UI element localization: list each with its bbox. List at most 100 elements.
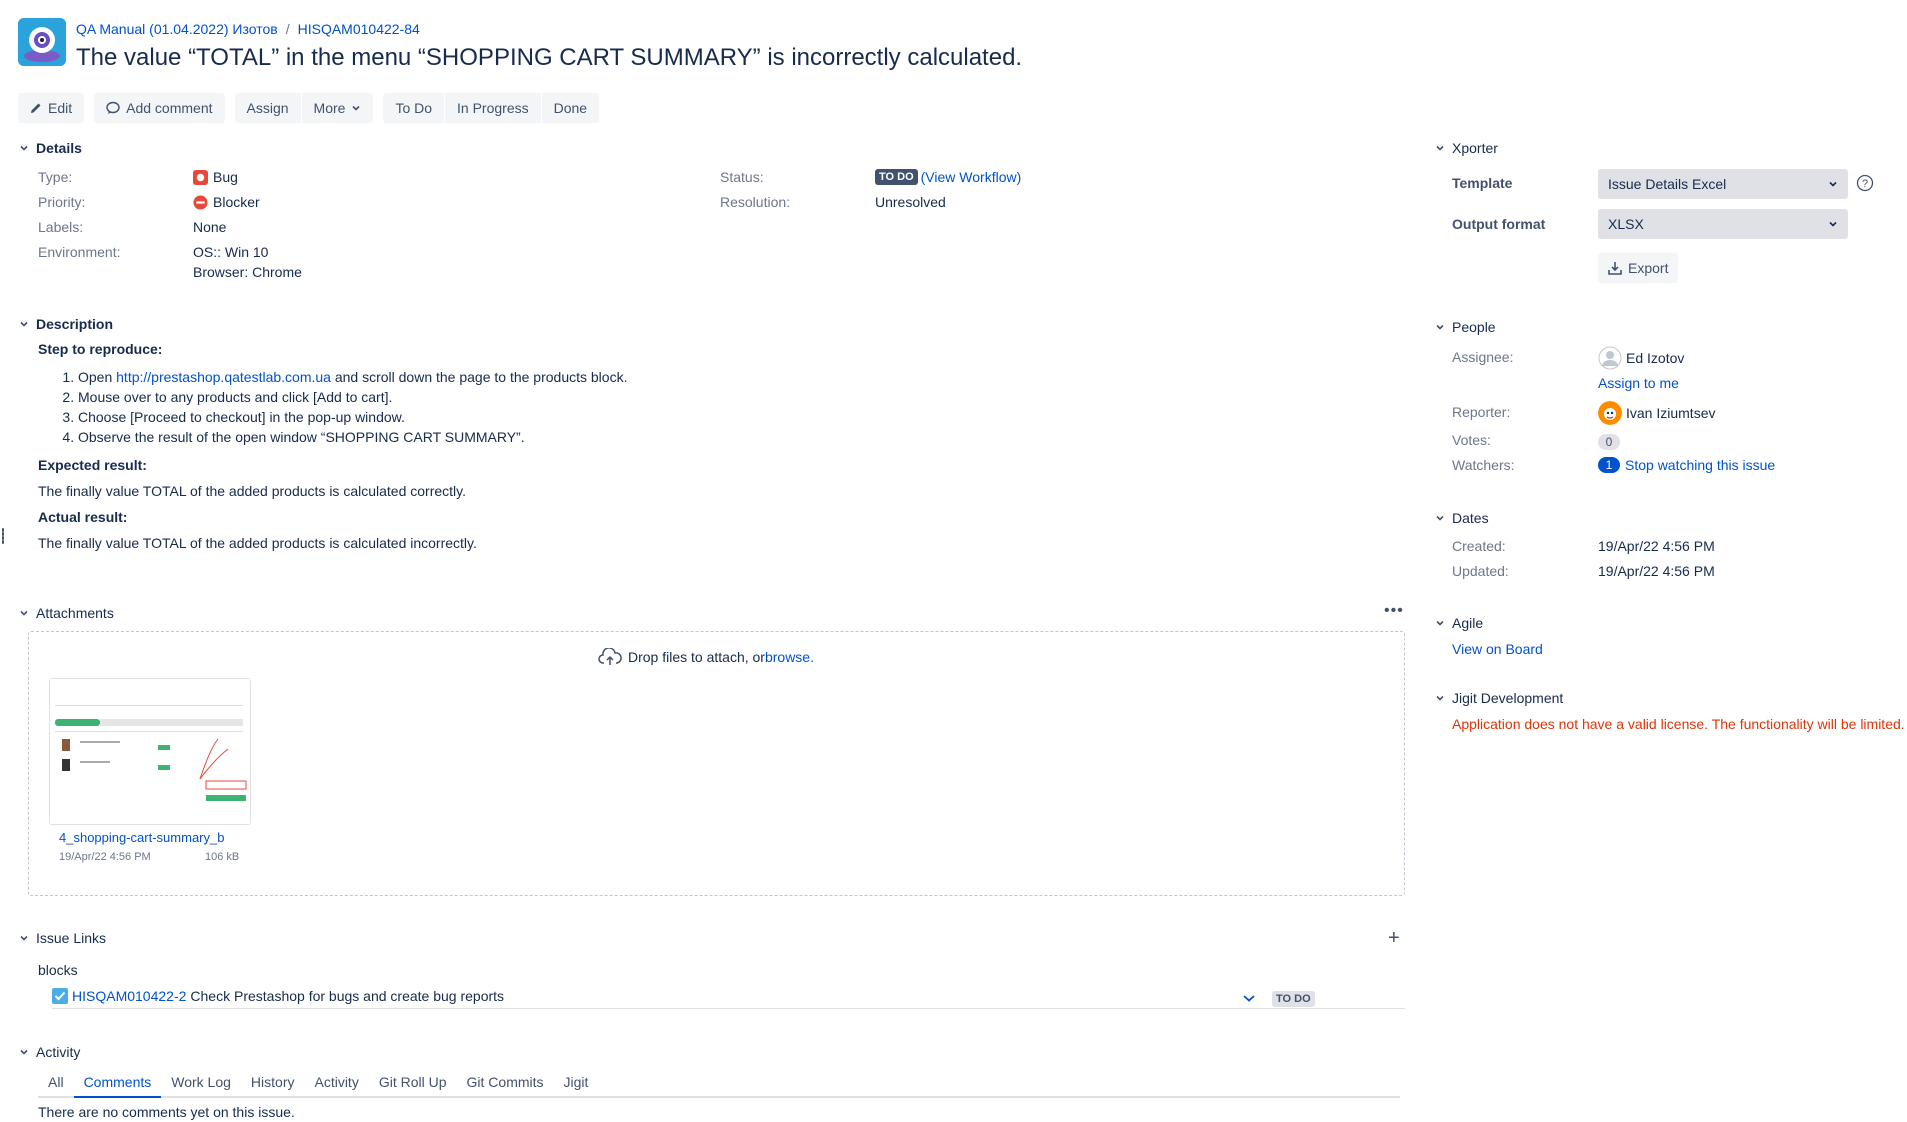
chevron-down-icon[interactable]: [1242, 990, 1256, 1006]
blocker-icon: [193, 194, 208, 210]
breadcrumb-separator: /: [285, 21, 290, 37]
attachment-file-name[interactable]: 4_shopping-cart-summary_b: [59, 830, 234, 845]
panel-resize-handle[interactable]: [2, 528, 4, 544]
drop-text: Drop files to attach, or: [628, 649, 765, 665]
tab-git-roll-up[interactable]: Git Roll Up: [369, 1068, 457, 1096]
in-progress-button[interactable]: In Progress: [445, 93, 541, 123]
browse-link[interactable]: browse.: [765, 649, 814, 665]
status-label: Status:: [720, 169, 764, 185]
step1-text: Open: [78, 369, 117, 385]
add-comment-button[interactable]: Add comment: [94, 93, 225, 123]
page-title: The value “TOTAL” in the menu “SHOPPING …: [76, 44, 1023, 71]
chevron-down-icon: [1829, 181, 1837, 187]
done-button[interactable]: Done: [541, 93, 600, 123]
attachment-thumbnail[interactable]: [49, 678, 251, 825]
chevron-down-icon: [1434, 617, 1446, 629]
updated-value: 19/Apr/22 4:56 PM: [1598, 563, 1715, 579]
stop-watching-link[interactable]: Stop watching this issue: [1625, 457, 1775, 473]
issue-links-header[interactable]: Issue Links: [18, 930, 106, 946]
step-item: Open http://prestashop.qatestlab.com.ua …: [78, 367, 1338, 387]
jigit-header[interactable]: Jigit Development: [1434, 690, 1563, 706]
link-relation: blocks: [38, 962, 78, 978]
assignee-value[interactable]: Ed Izotov: [1598, 346, 1684, 370]
attachment-preview-image: [50, 679, 250, 824]
priority-value-text: Blocker: [213, 194, 260, 210]
template-select[interactable]: Issue Details Excel: [1598, 169, 1848, 199]
help-icon[interactable]: ?: [1856, 174, 1874, 195]
project-avatar[interactable]: [18, 18, 66, 66]
details-header[interactable]: Details: [18, 140, 82, 156]
download-icon: [1608, 262, 1622, 275]
output-format-select[interactable]: XLSX: [1598, 209, 1848, 239]
chevron-down-icon: [1434, 142, 1446, 154]
assign-button[interactable]: Assign: [234, 93, 301, 123]
watchers-label: Watchers:: [1452, 457, 1515, 473]
todo-button[interactable]: To Do: [383, 93, 445, 123]
attachment-file-size: 106 kB: [205, 851, 240, 863]
dropzone-message: Drop files to attach, or browse.: [598, 648, 814, 666]
tab-git-commits[interactable]: Git Commits: [457, 1068, 554, 1096]
watchers-count-badge[interactable]: 1: [1598, 457, 1620, 473]
more-options-icon[interactable]: •••: [1384, 602, 1404, 620]
people-header[interactable]: People: [1434, 319, 1496, 335]
chevron-down-icon: [18, 607, 30, 619]
expected-heading: Expected result:: [38, 457, 147, 473]
priority-value: Blocker: [193, 194, 260, 210]
environment-line1: OS:: Win 10: [193, 244, 269, 260]
assign-to-me-link[interactable]: Assign to me: [1598, 375, 1679, 391]
more-button[interactable]: More: [301, 93, 374, 123]
reporter-value[interactable]: Ivan Iziumtsev: [1598, 401, 1715, 425]
actual-text: The finally value TOTAL of the added pro…: [38, 535, 477, 551]
activity-header[interactable]: Activity: [18, 1044, 80, 1060]
view-workflow-link[interactable]: (View Workflow): [921, 169, 1022, 185]
comment-icon: [106, 101, 120, 114]
add-link-icon[interactable]: +: [1388, 928, 1400, 948]
linked-issue-row: HISQAM010422-2 Check Prestashop for bugs…: [52, 983, 1405, 1009]
breadcrumb: QA Manual (01.04.2022) Изотов / HISQAM01…: [76, 21, 420, 37]
output-format-label: Output format: [1452, 216, 1546, 232]
steps-heading: Step to reproduce:: [38, 341, 163, 357]
output-format-value: XLSX: [1608, 216, 1644, 232]
chevron-down-icon: [1434, 321, 1446, 333]
tab-activity[interactable]: Activity: [304, 1068, 368, 1096]
linked-issue-status-badge: TO DO: [1272, 991, 1315, 1007]
prestashop-link[interactable]: http://prestashop.qatestlab.com.ua: [116, 369, 331, 385]
export-button[interactable]: Export: [1598, 253, 1679, 283]
edit-button-label: Edit: [48, 100, 73, 116]
assign-more-group: Assign More: [234, 93, 374, 123]
votes-count-badge: 0: [1598, 434, 1620, 450]
cloud-upload-icon: [598, 648, 622, 665]
dates-header[interactable]: Dates: [1434, 510, 1489, 526]
add-comment-button-label: Add comment: [126, 100, 213, 116]
attachments-header[interactable]: Attachments: [18, 605, 114, 621]
bug-icon: [193, 169, 208, 185]
labels-value: None: [193, 219, 227, 235]
breadcrumb-project-link[interactable]: QA Manual (01.04.2022) Изотов: [76, 21, 278, 37]
chevron-down-icon: [352, 105, 361, 111]
description-header[interactable]: Description: [18, 316, 113, 332]
chevron-down-icon: [1434, 512, 1446, 524]
agile-header[interactable]: Agile: [1434, 615, 1483, 631]
tab-history[interactable]: History: [241, 1068, 305, 1096]
votes-value[interactable]: 0: [1598, 433, 1620, 450]
linked-issue-key[interactable]: HISQAM010422-2: [72, 988, 186, 1004]
status-badge: TO DO: [875, 169, 918, 185]
resolution-label: Resolution:: [720, 194, 791, 210]
type-value-text: Bug: [213, 169, 238, 185]
edit-button[interactable]: Edit: [18, 93, 85, 123]
view-on-board-link[interactable]: View on Board: [1452, 641, 1543, 657]
actual-heading: Actual result:: [38, 509, 128, 525]
xporter-header[interactable]: Xporter: [1434, 140, 1498, 156]
tab-work-log[interactable]: Work Log: [161, 1068, 241, 1096]
chevron-down-icon: [18, 142, 30, 154]
jigit-heading: Jigit Development: [1452, 690, 1564, 706]
assignee-label: Assignee:: [1452, 349, 1514, 365]
tab-all[interactable]: All: [38, 1068, 74, 1096]
tab-jigit[interactable]: Jigit: [554, 1068, 599, 1096]
tab-comments[interactable]: Comments: [73, 1068, 162, 1098]
breadcrumb-issue-key-link[interactable]: HISQAM010422-84: [298, 21, 420, 37]
linked-issue-status: TO DO: [1272, 989, 1315, 1007]
workflow-group: To Do In Progress Done: [383, 93, 600, 123]
created-value: 19/Apr/22 4:56 PM: [1598, 538, 1715, 554]
agile-heading: Agile: [1452, 615, 1484, 631]
